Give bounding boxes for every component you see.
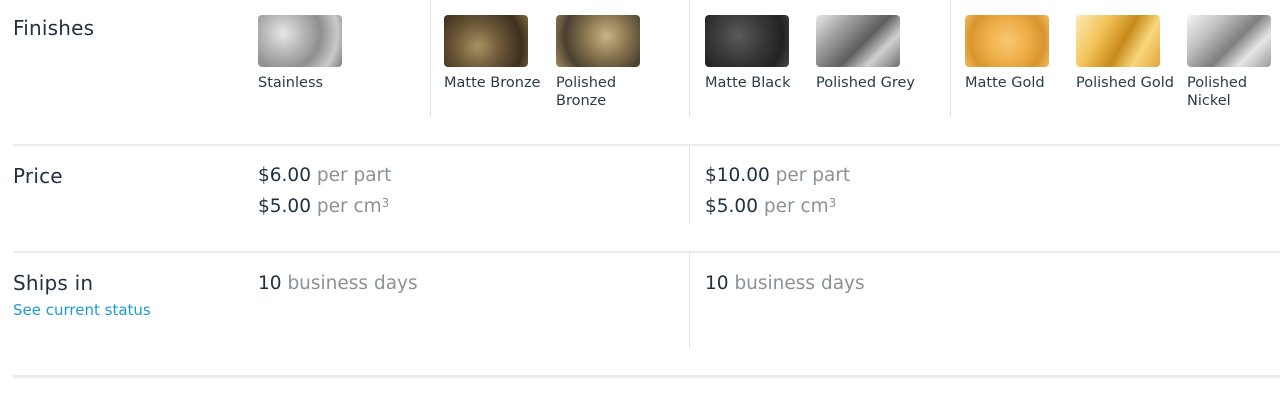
finish-label: Polished Nickel [1187, 75, 1248, 109]
finish-label: Matte Gold [965, 75, 1045, 91]
price-unit: per cm3 [763, 196, 837, 217]
price-amount: $10.00 [705, 165, 770, 186]
row-divider [13, 144, 1280, 146]
price-per-volume: $5.00 per cm3 [705, 195, 836, 219]
see-current-status-link[interactable]: See current status [13, 301, 151, 319]
bottom-divider [13, 375, 1280, 378]
finish-group-divider [689, 0, 690, 117]
price-per-part: $6.00 per part [258, 164, 391, 188]
ships-row-label: Ships in [13, 271, 94, 295]
price-unit: per part [316, 165, 392, 186]
polished-gold-swatch[interactable] [1076, 15, 1160, 67]
row-divider [13, 251, 1280, 253]
finish-label: Matte Bronze [444, 75, 541, 91]
price-amount: $5.00 [705, 196, 758, 217]
finish-label: Polished Bronze [556, 75, 617, 109]
ships-column-divider [689, 253, 690, 348]
price-unit: per cm3 [316, 196, 390, 217]
finish-label: Matte Black [705, 75, 791, 91]
polished-bronze-swatch[interactable] [556, 15, 640, 67]
price-amount: $6.00 [258, 165, 311, 186]
matte-black-swatch[interactable] [705, 15, 789, 67]
price-amount: $5.00 [258, 196, 311, 217]
polished-grey-swatch[interactable] [816, 15, 900, 67]
stainless-swatch[interactable] [258, 15, 342, 67]
price-unit: per part [775, 165, 851, 186]
price-per-part: $10.00 per part [705, 164, 850, 188]
finish-label: Polished Grey [816, 75, 916, 91]
polished-nickel-swatch[interactable] [1187, 15, 1271, 67]
ships-in-value: 10 business days [705, 273, 865, 294]
finish-group-divider [430, 0, 431, 117]
finish-label: Stainless [258, 75, 324, 91]
matte-bronze-swatch[interactable] [444, 15, 528, 67]
finishes-row-label: Finishes [13, 16, 95, 40]
price-per-volume: $5.00 per cm3 [258, 195, 389, 219]
price-column-divider [689, 146, 690, 224]
finish-group-divider [950, 0, 951, 117]
finish-label: Polished Gold [1076, 75, 1174, 91]
matte-gold-swatch[interactable] [965, 15, 1049, 67]
price-row-label: Price [13, 164, 63, 188]
ships-in-value: 10 business days [258, 273, 418, 294]
